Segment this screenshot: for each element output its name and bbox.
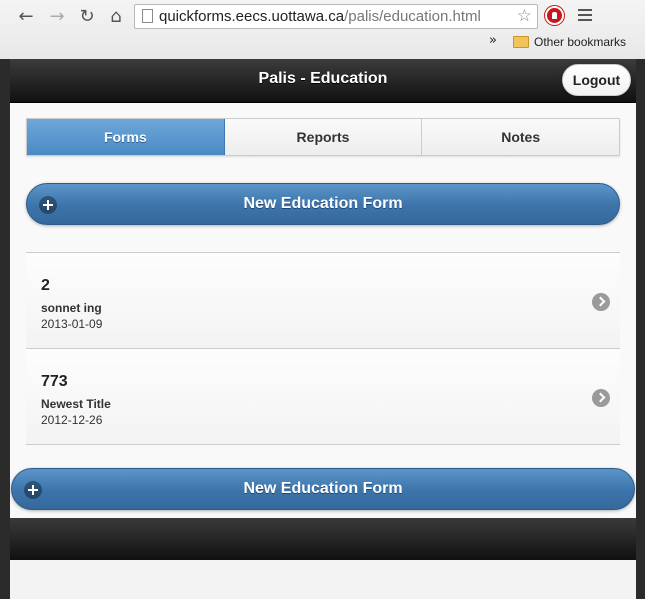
form-title: sonnet ing — [41, 301, 102, 315]
folder-icon — [513, 36, 529, 48]
other-bookmarks-label: Other bookmarks — [534, 35, 627, 49]
page-footer — [10, 518, 636, 560]
forms-list: 2 sonnet ing 2013-01-09 773 Newest Title… — [26, 252, 620, 445]
plus-icon — [39, 196, 57, 214]
tab-reports[interactable]: Reports — [224, 119, 423, 155]
reload-icon[interactable]: ↻ — [76, 5, 98, 27]
tab-notes[interactable]: Notes — [422, 119, 620, 155]
page-background — [10, 560, 636, 599]
arrow-right-icon — [592, 389, 610, 407]
forward-icon[interactable]: → — [46, 5, 68, 27]
logout-button[interactable]: Logout — [562, 64, 631, 96]
arrow-right-icon — [592, 293, 610, 311]
plus-icon — [24, 481, 42, 499]
page-viewport: Palis - Education Logout Forms Reports N… — [10, 59, 636, 599]
home-icon[interactable]: ⌂ — [105, 5, 127, 27]
tab-forms[interactable]: Forms — [27, 119, 225, 155]
new-education-form-label: New Education Form — [243, 195, 403, 212]
list-item[interactable]: 2 sonnet ing 2013-01-09 — [26, 253, 620, 349]
form-title: Newest Title — [41, 397, 111, 411]
form-date: 2012-12-26 — [41, 413, 103, 427]
url-text: quickforms.eecs.uottawa.ca/palis/educati… — [159, 5, 481, 28]
form-date: 2013-01-09 — [41, 317, 103, 331]
form-id: 2 — [41, 277, 50, 294]
url-path: /palis/education.html — [344, 8, 481, 25]
new-education-form-label: New Education Form — [243, 480, 403, 497]
form-id: 773 — [41, 373, 68, 390]
browser-chrome: ← → ↻ ⌂ quickforms.eecs.uottawa.ca/palis… — [0, 0, 645, 59]
new-education-form-button-top[interactable]: New Education Form — [26, 183, 620, 225]
star-icon[interactable]: ☆ — [517, 5, 532, 28]
other-bookmarks[interactable]: Other bookmarks — [513, 35, 626, 49]
menu-icon[interactable] — [578, 9, 592, 24]
page-title: Palis - Education — [258, 70, 388, 87]
new-education-form-button-bottom[interactable]: New Education Form — [11, 468, 635, 510]
stop-extension-icon[interactable] — [545, 6, 564, 25]
back-icon[interactable]: ← — [15, 5, 37, 27]
url-host: quickforms.eecs.uottawa.ca — [159, 8, 345, 25]
nav-tabs: Forms Reports Notes — [26, 118, 620, 156]
page-header: Palis - Education Logout — [10, 59, 636, 103]
page-icon — [142, 9, 153, 23]
bookmarks-overflow[interactable]: » — [489, 33, 497, 48]
address-bar[interactable]: quickforms.eecs.uottawa.ca/palis/educati… — [134, 4, 538, 29]
list-item[interactable]: 773 Newest Title 2012-12-26 — [26, 349, 620, 445]
